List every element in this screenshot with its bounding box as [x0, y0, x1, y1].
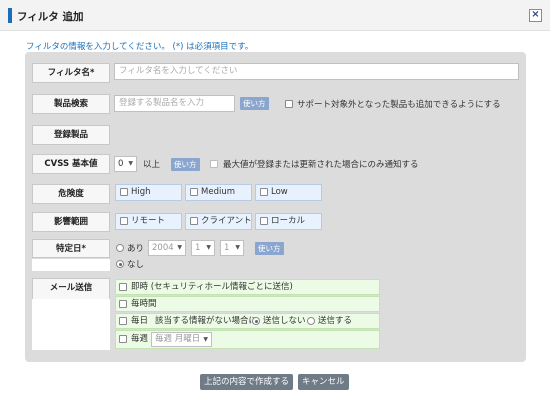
filter-name-label: フィルタ名* — [32, 63, 110, 83]
support-checkbox[interactable] — [285, 100, 293, 108]
specific-date-no-label: なし — [127, 260, 145, 270]
severity-label: 危険度 — [32, 184, 110, 204]
mail-label-fill — [32, 299, 110, 350]
cvss-help-button[interactable]: 使い方 — [171, 158, 200, 171]
day-value: 1 — [224, 243, 230, 253]
mail-immediate-label: 即時 (セキュリティホール情報ごとに送信) — [131, 282, 293, 292]
day-select[interactable]: 1 ▼ — [220, 240, 244, 256]
send-label: 送信する — [318, 316, 353, 326]
mail-daily-row[interactable]: 毎日 該当する情報がない場合に 送信しない 送信する — [115, 313, 380, 329]
specific-date-label: 特定日* — [32, 239, 110, 258]
mail-hourly-label: 毎時間 — [131, 299, 157, 309]
mail-immediate-checkbox[interactable] — [119, 283, 127, 291]
dialog-title: フィルタ 追加 — [17, 11, 84, 23]
mail-daily-checkbox[interactable] — [119, 317, 127, 325]
create-button[interactable]: 上記の内容で作成する — [200, 374, 294, 390]
specific-date-no-radio[interactable] — [116, 260, 124, 268]
chevron-down-icon: ▼ — [235, 244, 240, 251]
specific-date-yes-label: あり — [127, 244, 145, 254]
cancel-button[interactable]: キャンセル — [298, 374, 349, 390]
max-only-checkbox[interactable] — [210, 160, 218, 168]
year-select[interactable]: 2004 ▼ — [148, 240, 186, 256]
specific-date-yes-radio[interactable] — [116, 244, 124, 252]
registered-products-label: 登録製品 — [32, 125, 110, 145]
scope-client-option[interactable]: クライアント — [185, 213, 252, 230]
year-value: 2004 — [152, 243, 174, 253]
severity-high-option[interactable]: High — [115, 184, 182, 201]
chevron-down-icon: ▼ — [206, 244, 211, 251]
mail-immediate-row[interactable]: 即時 (セキュリティホール情報ごとに送信) — [115, 279, 380, 295]
severity-low-checkbox[interactable] — [260, 188, 268, 196]
chevron-down-icon: ▼ — [203, 336, 208, 343]
cvss-label: CVSS 基本値 — [32, 154, 110, 174]
support-checkbox-label: サポート対象外となった製品も追加できるようにする — [297, 100, 501, 110]
form-panel: フィルタ名* フィルタ名を入力してください 製品検索 登録する製品名を入力 使い… — [25, 52, 526, 362]
month-value: 1 — [195, 243, 201, 253]
filter-add-dialog: フィルタ 追加 × フィルタの情報を入力してください。 (*) は必須項目です。… — [0, 0, 550, 408]
month-select[interactable]: 1 ▼ — [191, 240, 215, 256]
max-only-label: 最大値が登録または更新された場合にのみ通知する — [223, 160, 419, 170]
mail-daily-desc: 該当する情報がない場合に — [155, 316, 258, 326]
product-search-input[interactable]: 登録する製品名を入力 — [114, 95, 235, 112]
mail-weekly-label: 毎週 — [131, 334, 149, 344]
mail-hourly-checkbox[interactable] — [119, 300, 127, 308]
product-search-help-button[interactable]: 使い方 — [240, 97, 269, 110]
close-icon[interactable]: × — [529, 9, 542, 22]
date-help-button[interactable]: 使い方 — [255, 242, 284, 255]
instruction-text: フィルタの情報を入力してください。 (*) は必須項目です。 — [26, 42, 254, 52]
severity-high-checkbox[interactable] — [120, 188, 128, 196]
cvss-value: 0 — [118, 159, 124, 169]
scope-local-checkbox[interactable] — [260, 217, 268, 225]
severity-low-option[interactable]: Low — [255, 184, 322, 201]
send-radio[interactable] — [307, 317, 315, 325]
cvss-suffix: 以上 — [143, 160, 161, 170]
mail-hourly-row[interactable]: 毎時間 — [115, 296, 380, 312]
scope-remote-option[interactable]: リモート — [115, 213, 182, 230]
cvss-select[interactable]: 0 ▼ — [114, 156, 137, 172]
scope-client-label: クライアント — [201, 216, 252, 226]
severity-medium-label: Medium — [201, 187, 235, 197]
weekday-select[interactable]: 毎週 月曜日 ▼ — [151, 332, 212, 347]
specific-date-label-spacer — [32, 259, 110, 271]
chevron-down-icon: ▼ — [177, 244, 182, 251]
mail-weekly-checkbox[interactable] — [119, 335, 127, 343]
scope-remote-label: リモート — [131, 216, 166, 226]
scope-remote-checkbox[interactable] — [120, 217, 128, 225]
no-send-radio[interactable] — [252, 317, 260, 325]
scope-local-label: ローカル — [271, 216, 306, 226]
severity-medium-checkbox[interactable] — [190, 188, 198, 196]
title-accent-bar — [8, 8, 12, 23]
filter-name-input[interactable]: フィルタ名を入力してください — [114, 63, 519, 80]
severity-low-label: Low — [271, 187, 288, 197]
weekday-value: 毎週 月曜日 — [155, 334, 201, 344]
mail-weekly-row[interactable]: 毎週 毎週 月曜日 ▼ — [115, 330, 380, 349]
scope-client-checkbox[interactable] — [190, 217, 198, 225]
product-search-label: 製品検索 — [32, 94, 110, 114]
mail-daily-label: 毎日 — [131, 316, 149, 326]
scope-local-option[interactable]: ローカル — [255, 213, 322, 230]
chevron-down-icon: ▼ — [128, 160, 133, 167]
severity-medium-option[interactable]: Medium — [185, 184, 252, 201]
no-send-label: 送信しない — [263, 316, 306, 326]
severity-high-label: High — [131, 187, 151, 197]
dialog-titlebar: フィルタ 追加 × — [0, 0, 550, 31]
scope-label: 影響範囲 — [32, 212, 110, 232]
